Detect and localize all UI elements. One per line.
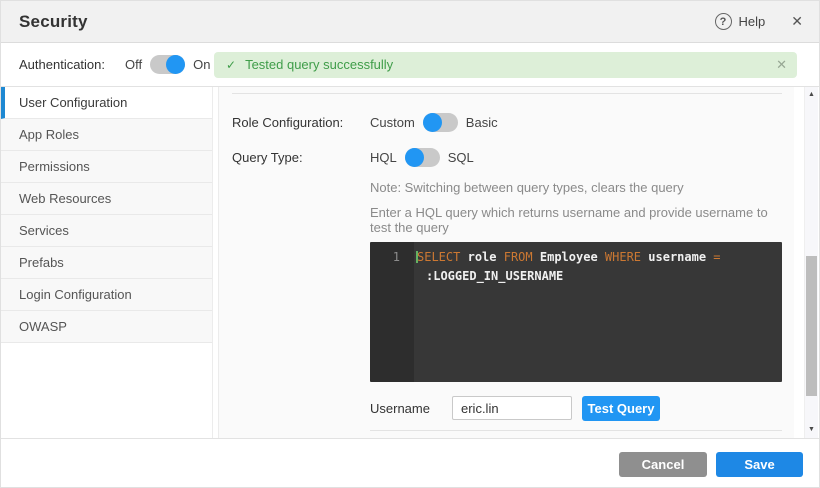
toggle-knob — [423, 113, 442, 132]
success-banner-message: Tested query successfully — [245, 57, 776, 72]
save-button[interactable]: Save — [716, 452, 803, 477]
code-identifier: Employee — [540, 250, 598, 264]
role-basic-label: Basic — [466, 115, 498, 130]
code-parameter: :LOGGED_IN_USERNAME — [426, 269, 563, 283]
authentication-control: Authentication: Off On — [1, 55, 214, 74]
body: User Configuration App Roles Permissions… — [1, 87, 819, 438]
sidebar-item-label: Permissions — [19, 159, 90, 174]
sidebar-item-label: Web Resources — [19, 191, 111, 206]
toggle-knob — [405, 148, 424, 167]
help-button[interactable]: ? Help — [715, 13, 766, 30]
vertical-scrollbar[interactable]: ▲ ▼ — [804, 87, 818, 438]
authentication-toggle[interactable] — [150, 55, 185, 74]
sidebar: User Configuration App Roles Permissions… — [1, 87, 213, 438]
username-row: Username Test Query — [370, 395, 782, 421]
editor-code-area[interactable]: SELECT role FROM Employee WHERE username… — [414, 242, 782, 382]
cancel-button[interactable]: Cancel — [619, 452, 707, 477]
sidebar-item-login-configuration[interactable]: Login Configuration — [1, 279, 212, 311]
sidebar-item-user-configuration[interactable]: User Configuration — [1, 87, 212, 119]
scroll-down-icon[interactable]: ▼ — [805, 424, 818, 436]
success-banner: ✓ Tested query successfully ✕ — [214, 52, 797, 78]
role-configuration-label: Role Configuration: — [232, 112, 370, 132]
security-settings-window: Security ? Help ✕ Authentication: Off On… — [0, 0, 820, 488]
query-sql-label: SQL — [448, 150, 474, 165]
page-title: Security — [19, 12, 88, 32]
success-check-icon: ✓ — [226, 58, 236, 72]
footer: Cancel Save — [1, 438, 819, 488]
editor-line-number: 1 — [370, 242, 414, 382]
code-line: :LOGGED_IN_USERNAME — [416, 267, 774, 286]
code-keyword: SELECT — [417, 250, 460, 264]
test-query-button[interactable]: Test Query — [582, 396, 660, 421]
help-icon: ? — [715, 13, 732, 30]
sidebar-item-owasp[interactable]: OWASP — [1, 311, 212, 343]
authentication-row: Authentication: Off On ✓ Tested query su… — [1, 43, 819, 87]
sidebar-item-label: App Roles — [19, 127, 79, 142]
code-keyword: WHERE — [605, 250, 641, 264]
query-type-control: HQL SQL — [370, 147, 782, 167]
scrollbar-thumb[interactable] — [806, 256, 817, 396]
code-keyword: FROM — [504, 250, 533, 264]
authentication-label: Authentication: — [19, 57, 105, 72]
sidebar-item-web-resources[interactable]: Web Resources — [1, 183, 212, 215]
toggle-knob — [166, 55, 185, 74]
titlebar: Security ? Help ✕ — [1, 1, 819, 43]
help-label: Help — [739, 14, 766, 29]
query-type-label: Query Type: — [232, 147, 370, 167]
query-code-editor: 1 SELECT role FROM Employee WHERE userna… — [370, 242, 782, 382]
sidebar-item-label: Login Configuration — [19, 287, 132, 302]
sidebar-item-services[interactable]: Services — [1, 215, 212, 247]
role-custom-label: Custom — [370, 115, 415, 130]
code-identifier: username — [648, 250, 706, 264]
query-type-toggle[interactable] — [405, 148, 440, 167]
authentication-on-label: On — [193, 57, 210, 72]
sidebar-item-prefabs[interactable]: Prefabs — [1, 247, 212, 279]
query-hql-label: HQL — [370, 150, 397, 165]
code-operator: = — [713, 250, 720, 264]
close-icon[interactable]: ✕ — [791, 13, 803, 30]
sidebar-item-label: Prefabs — [19, 255, 64, 270]
query-note-text: Note: Switching between query types, cle… — [370, 180, 782, 195]
authentication-off-label: Off — [125, 57, 142, 72]
sidebar-item-label: Services — [19, 223, 69, 238]
sidebar-item-label: OWASP — [19, 319, 67, 334]
code-line: SELECT role FROM Employee WHERE username… — [416, 248, 774, 267]
code-identifier: role — [468, 250, 497, 264]
content-bottom-divider — [370, 430, 782, 431]
sidebar-item-app-roles[interactable]: App Roles — [1, 119, 212, 151]
username-label: Username — [370, 401, 452, 416]
sidebar-item-permissions[interactable]: Permissions — [1, 151, 212, 183]
content-panel: Role Configuration: Custom Basic Query T… — [218, 87, 794, 438]
scroll-up-icon[interactable]: ▲ — [805, 89, 818, 101]
role-configuration-toggle[interactable] — [423, 113, 458, 132]
role-configuration-control: Custom Basic — [370, 112, 782, 132]
username-input[interactable] — [452, 396, 572, 420]
banner-close-icon[interactable]: ✕ — [776, 57, 787, 73]
sidebar-item-label: User Configuration — [19, 95, 127, 110]
query-hint-text: Enter a HQL query which returns username… — [370, 205, 782, 235]
